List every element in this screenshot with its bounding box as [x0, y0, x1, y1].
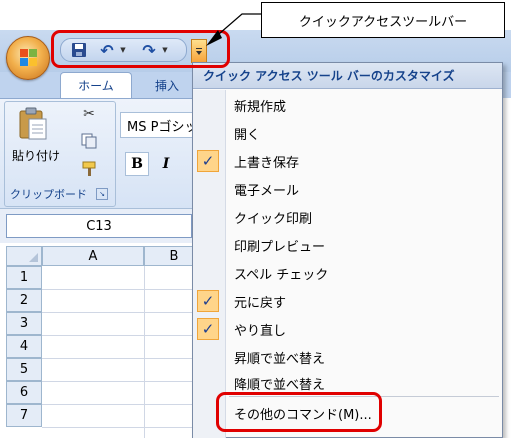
menu-item-label: 昇順で並べ替え — [234, 352, 326, 367]
dialog-launcher-icon[interactable]: ↘ — [96, 188, 108, 200]
menu-item-label: 電子メール — [234, 184, 300, 199]
menu-item-undo[interactable]: ✓ 元に戻す — [193, 288, 502, 315]
row-header[interactable]: 1 — [6, 266, 42, 289]
row-header[interactable]: 3 — [6, 312, 42, 335]
menu-item-label: 上書き保存 — [234, 156, 300, 171]
menu-item-quick-print[interactable]: クイック印刷 — [193, 204, 502, 231]
grid-line — [42, 427, 202, 428]
tab-insert[interactable]: 挿入 — [137, 72, 197, 98]
office-button[interactable] — [6, 36, 50, 80]
menu-item-label: 印刷プレビュー — [234, 240, 326, 255]
menu-item-save[interactable]: ✓ 上書き保存 — [193, 148, 502, 175]
tab-home[interactable]: ホーム — [60, 72, 132, 98]
checkmark-icon: ✓ — [197, 150, 219, 172]
menu-item-email[interactable]: 電子メール — [193, 176, 502, 203]
more-commands-highlight-box — [216, 392, 382, 432]
menu-item-open[interactable]: 開く — [193, 120, 502, 147]
grid-line — [42, 289, 202, 290]
row-header[interactable]: 7 — [6, 404, 42, 427]
grid-line — [42, 381, 202, 382]
menu-item-print-preview[interactable]: 印刷プレビュー — [193, 232, 502, 259]
menu-item-new[interactable]: 新規作成 — [193, 92, 502, 119]
column-header-a[interactable]: A — [42, 246, 144, 266]
name-box[interactable]: C13 — [6, 214, 192, 238]
menu-item-label: 新規作成 — [234, 100, 287, 115]
paste-icon[interactable] — [18, 107, 48, 141]
copy-icon[interactable] — [80, 132, 98, 150]
menu-item-label: 元に戻す — [234, 296, 287, 311]
menu-title: クイック アクセス ツール バーのカスタマイズ — [193, 63, 502, 89]
cut-icon[interactable]: ✂ — [80, 106, 98, 124]
bold-button[interactable]: B — [125, 152, 149, 176]
grid-line — [144, 266, 145, 438]
row-header[interactable]: 2 — [6, 289, 42, 312]
menu-item-label: 開く — [234, 128, 261, 143]
paste-button-label[interactable]: 貼り付け — [6, 147, 66, 164]
font-name-box[interactable]: MS Pゴシック — [120, 112, 198, 138]
select-all-button[interactable] — [6, 246, 42, 266]
menu-item-label: やり直し — [234, 324, 287, 339]
checkmark-icon: ✓ — [197, 318, 219, 340]
menu-item-redo[interactable]: ✓ やり直し — [193, 316, 502, 343]
menu-item-sort-ascending[interactable]: 昇順で並べ替え — [193, 344, 502, 371]
format-painter-icon[interactable] — [80, 160, 98, 178]
grid-line — [42, 404, 202, 405]
qat-highlight-box — [51, 30, 230, 68]
menu-item-label: スペル チェック — [234, 268, 329, 283]
grid-line — [42, 358, 202, 359]
callout-label: クイックアクセスツールバー — [261, 2, 505, 38]
row-header[interactable]: 4 — [6, 335, 42, 358]
office-logo-icon — [20, 49, 38, 67]
menu-item-label: クイック印刷 — [234, 212, 313, 227]
grid-line — [42, 312, 202, 313]
menu-item-spell-check[interactable]: スペル チェック — [193, 260, 502, 287]
row-header[interactable]: 5 — [6, 358, 42, 381]
clipboard-group-label: クリップボード — [10, 188, 87, 201]
grid-line — [42, 335, 202, 336]
row-header[interactable]: 6 — [6, 381, 42, 404]
checkmark-icon: ✓ — [197, 290, 219, 312]
italic-button[interactable]: I — [154, 152, 178, 176]
